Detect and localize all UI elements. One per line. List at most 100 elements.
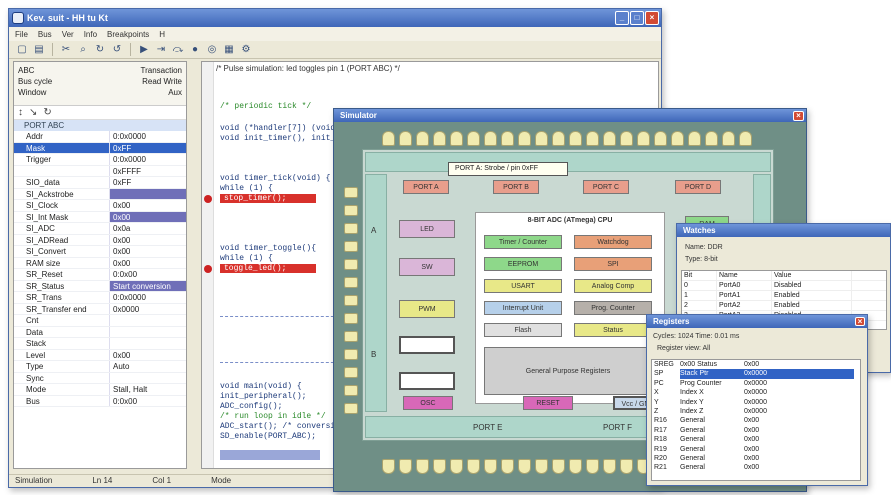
io-pin[interactable] xyxy=(603,459,616,474)
property-value[interactable]: 0x0000 xyxy=(109,303,186,314)
table-row[interactable]: Bit Name Value xyxy=(682,271,886,281)
property-row[interactable]: Addr 0:0x0000 xyxy=(14,131,186,143)
io-pin[interactable] xyxy=(344,223,358,234)
prop-head-value[interactable]: Read Write xyxy=(142,77,182,86)
main-title-bar[interactable]: Kev. suit - HH tu Kt _ □ × xyxy=(9,9,661,27)
io-pin[interactable] xyxy=(535,131,548,146)
io-pin[interactable] xyxy=(739,131,752,146)
properties-group[interactable]: PORT ABC xyxy=(14,120,186,131)
grid-icon[interactable]: ▦ xyxy=(222,43,236,57)
table-row[interactable]: 2 PortA2 Enabled xyxy=(682,301,886,311)
property-value[interactable]: 0xFF xyxy=(109,177,186,188)
prop-head-value[interactable]: Aux xyxy=(168,88,182,97)
property-value[interactable]: 0x00 xyxy=(109,200,186,211)
port-chip[interactable]: PORT C xyxy=(583,180,629,194)
property-value[interactable]: 0:0x00 xyxy=(109,395,186,406)
refresh-icon[interactable]: ↻ xyxy=(43,107,51,118)
io-pin[interactable] xyxy=(620,459,633,474)
io-pin[interactable] xyxy=(501,131,514,146)
register-row[interactable]: X Index X 0x0000 xyxy=(652,388,860,397)
io-pin[interactable] xyxy=(603,131,616,146)
property-row[interactable]: Bus 0:0x00 xyxy=(14,395,186,407)
property-value[interactable]: Start conversion xyxy=(109,280,186,291)
watches-title-bar[interactable]: Watches xyxy=(677,224,890,237)
input-box[interactable] xyxy=(399,372,455,390)
io-pin[interactable] xyxy=(552,131,565,146)
maximize-button[interactable]: □ xyxy=(630,11,644,25)
registers-title-bar[interactable]: Registers × xyxy=(647,315,867,328)
io-pin[interactable] xyxy=(671,131,684,146)
io-pin[interactable] xyxy=(344,259,358,270)
property-value[interactable]: 0:0x0000 xyxy=(109,292,186,303)
register-row[interactable]: R17 General 0x00 xyxy=(652,426,860,435)
io-pin[interactable] xyxy=(344,295,358,306)
io-pin[interactable] xyxy=(399,131,412,146)
cpu-unit[interactable]: Watchdog xyxy=(574,235,652,249)
io-pin[interactable] xyxy=(654,131,667,146)
io-pin[interactable] xyxy=(637,131,650,146)
io-pin[interactable] xyxy=(450,131,463,146)
io-pin[interactable] xyxy=(552,459,565,474)
io-pin[interactable] xyxy=(416,459,429,474)
cpu-unit[interactable]: Prog. Counter xyxy=(574,301,652,315)
cpu-unit[interactable]: USART xyxy=(484,279,562,293)
property-value[interactable]: 0x00 xyxy=(109,211,186,222)
close-button[interactable]: × xyxy=(793,111,804,121)
property-row[interactable]: Level 0x00 xyxy=(14,349,186,361)
port-chip[interactable]: PORT A xyxy=(403,180,449,194)
io-pin[interactable] xyxy=(722,131,735,146)
io-pin[interactable] xyxy=(586,459,599,474)
io-pin[interactable] xyxy=(344,205,358,216)
undo-icon[interactable]: ↺ xyxy=(110,43,124,57)
io-pin[interactable] xyxy=(501,459,514,474)
menu-file[interactable]: File xyxy=(15,30,28,39)
property-value[interactable]: 0x00 xyxy=(109,257,186,268)
cut-icon[interactable]: ✂ xyxy=(59,43,73,57)
pwm-component[interactable]: PWM xyxy=(399,300,455,318)
property-row[interactable]: SI_ADRead 0x00 xyxy=(14,234,186,246)
io-pin[interactable] xyxy=(344,241,358,252)
menu-info[interactable]: Info xyxy=(84,30,97,39)
io-pin[interactable] xyxy=(433,459,446,474)
property-value[interactable] xyxy=(109,315,186,326)
property-value[interactable]: 0x00 xyxy=(109,234,186,245)
register-row[interactable]: SP Stack Ptr 0x0000 xyxy=(652,369,860,379)
io-pin[interactable] xyxy=(705,131,718,146)
property-value[interactable]: 0:0x0000 xyxy=(109,131,186,142)
register-row[interactable]: PC Prog Counter 0x0000 xyxy=(652,379,860,388)
minimize-button[interactable]: _ xyxy=(615,11,629,25)
property-row[interactable]: Mask 0xFF xyxy=(14,142,186,154)
menu-bus[interactable]: Bus xyxy=(38,30,52,39)
io-pin[interactable] xyxy=(586,131,599,146)
io-pin[interactable] xyxy=(535,459,548,474)
close-button[interactable]: × xyxy=(855,317,865,326)
property-row[interactable]: SIO_data 0xFF xyxy=(14,177,186,189)
cpu-unit[interactable]: Analog Comp xyxy=(574,279,652,293)
input-box[interactable] xyxy=(399,336,455,354)
property-row[interactable]: SR_Transfer end 0x0000 xyxy=(14,303,186,315)
watch-icon[interactable]: ◎ xyxy=(205,43,219,57)
property-row[interactable]: SI_Int Mask 0x00 xyxy=(14,211,186,223)
menu-view[interactable]: Ver xyxy=(62,30,74,39)
new-icon[interactable]: ▢ xyxy=(15,43,29,57)
io-pin[interactable] xyxy=(518,459,531,474)
table-row[interactable]: 1 PortA1 Enabled xyxy=(682,291,886,301)
close-button[interactable]: × xyxy=(645,11,659,25)
cpu-unit[interactable]: SPI xyxy=(574,257,652,271)
register-row[interactable]: R21 General 0x00 xyxy=(652,463,860,472)
property-value[interactable]: Auto xyxy=(109,361,186,372)
step-over-icon[interactable]: ⤼ xyxy=(171,43,185,57)
cpu-unit[interactable]: Timer / Counter xyxy=(484,235,562,249)
io-pin[interactable] xyxy=(344,385,358,396)
property-value[interactable]: 0x0a xyxy=(109,223,186,234)
io-pin[interactable] xyxy=(399,459,412,474)
register-file[interactable]: General Purpose Registers xyxy=(484,347,652,395)
open-icon[interactable]: ▤ xyxy=(32,43,46,57)
property-row[interactable]: Cnt xyxy=(14,315,186,327)
io-pin[interactable] xyxy=(688,131,701,146)
cpu-unit[interactable]: EEPROM xyxy=(484,257,562,271)
io-pin[interactable] xyxy=(344,367,358,378)
io-pin[interactable] xyxy=(416,131,429,146)
property-row[interactable]: SR_Trans 0:0x0000 xyxy=(14,292,186,304)
property-value[interactable]: 0xFF xyxy=(109,142,186,153)
